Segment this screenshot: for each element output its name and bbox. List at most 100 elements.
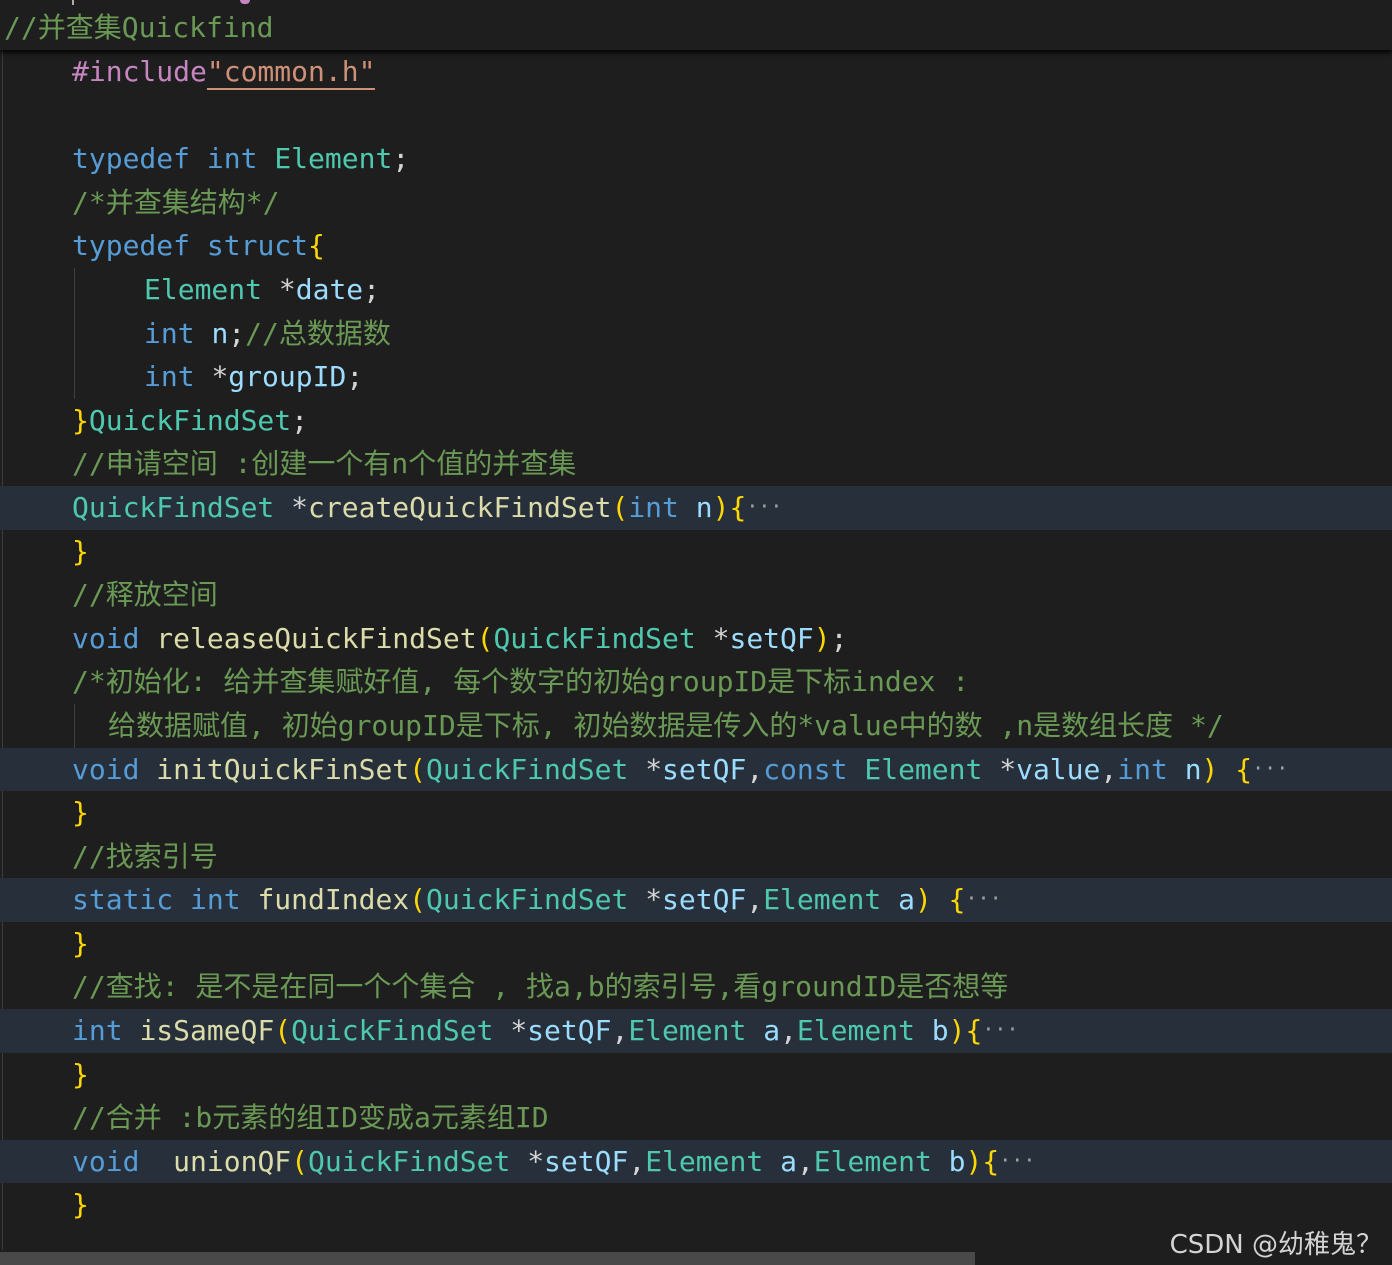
token-bracket: }: [72, 1057, 89, 1091]
token-variable: setQF: [662, 752, 747, 786]
token-punct: ,: [628, 1144, 646, 1178]
token-punct: ;: [392, 142, 410, 176]
token-punct: *: [211, 360, 229, 394]
token-variable: n: [695, 490, 713, 524]
token-bracket: {: [1235, 752, 1253, 786]
token-type: Element: [796, 1014, 915, 1048]
code-line-release[interactable]: void releaseQuickFindSet(QuickFindSet *s…: [0, 617, 1392, 661]
token-type: Element: [274, 142, 393, 176]
code-line-field-n[interactable]: int n;//总数据数: [0, 311, 1392, 356]
fold-ellipsis-icon[interactable]: ···: [999, 1148, 1035, 1172]
fold-ellipsis-icon[interactable]: ···: [746, 494, 782, 518]
token-function: isSameQF: [139, 1014, 275, 1048]
sticky-scroll-text: //并查集Quickfind: [4, 11, 274, 44]
token-bracket: {: [982, 1144, 1000, 1178]
token-keyword: int: [144, 316, 195, 350]
code-line-field-groupid[interactable]: int *groupID;: [0, 355, 1392, 399]
token-type: Element: [144, 272, 263, 306]
sticky-scroll-header[interactable]: //并查集Quickfind: [0, 0, 1392, 50]
token-bracket: ): [813, 621, 831, 655]
code-line-folded-init[interactable]: void initQuickFinSet(QuickFindSet *setQF…: [0, 747, 1392, 792]
token-comment: //合并 :b元素的组ID变成a元素组ID: [72, 1101, 549, 1135]
code-line-close[interactable]: }: [0, 922, 1392, 966]
token-type: QuickFindSet: [88, 403, 292, 437]
token-punct: *: [645, 752, 663, 786]
token-keyword: int: [628, 490, 679, 524]
token-keyword: void: [72, 752, 140, 786]
token-variable: a: [898, 883, 915, 917]
code-line-close[interactable]: }: [0, 791, 1392, 835]
token-punct: *: [645, 883, 663, 917]
code-line-comment[interactable]: //合并 :b元素的组ID变成a元素组ID: [0, 1096, 1392, 1140]
token-comment: //释放空间: [72, 578, 218, 612]
token-punct: *: [712, 621, 730, 655]
token-include-path[interactable]: "common.h": [206, 55, 376, 90]
code-line-comment[interactable]: //释放空间: [0, 573, 1392, 617]
token-keyword: void: [72, 621, 140, 655]
token-punct: *: [999, 752, 1017, 786]
token-variable: groupID: [228, 360, 347, 394]
indent-guide: [74, 267, 75, 312]
token-comment: /*初始化: 给并查集赋好值, 每个数字的初始groupID是下标index :: [72, 665, 970, 699]
token-bracket: {: [948, 883, 966, 917]
token-type: Element: [628, 1014, 747, 1048]
fold-ellipsis-icon[interactable]: ···: [966, 886, 1002, 910]
token-function: initQuickFinSet: [156, 752, 410, 786]
token-bracket: (: [291, 1144, 309, 1178]
token-type: Element: [645, 1144, 764, 1178]
code-line-field-date[interactable]: Element *date;: [0, 267, 1392, 312]
token-bracket: }: [72, 403, 89, 437]
token-bracket: {: [965, 1014, 983, 1048]
fold-ellipsis-icon[interactable]: ···: [1252, 756, 1288, 780]
token-bracket: (: [476, 621, 494, 655]
token-bracket: }: [72, 534, 89, 568]
code-editor[interactable]: #include"common.h" typedef int Element; …: [0, 50, 1392, 1227]
watermark: CSDN @幼稚鬼？: [1169, 1230, 1382, 1260]
token-bracket: ): [712, 490, 730, 524]
token-function: createQuickFindSet: [308, 490, 612, 524]
token-bracket: {: [729, 490, 747, 524]
code-line-struct-end[interactable]: }QuickFindSet;: [0, 399, 1392, 443]
code-line-close[interactable]: }: [0, 530, 1392, 574]
token-keyword: typedef: [72, 229, 191, 263]
token-bracket: {: [308, 229, 325, 263]
code-line-comment[interactable]: //查找: 是不是在同一个个集合 , 找a,b的索引号,看groundID是否想…: [0, 965, 1392, 1009]
code-line-typedef-element[interactable]: typedef int Element;: [0, 137, 1392, 181]
token-type: QuickFindSet: [291, 1014, 494, 1048]
code-line-comment[interactable]: //申请空间 :创建一个有n个值的并查集: [0, 442, 1392, 486]
horizontal-scrollbar[interactable]: [0, 1252, 975, 1265]
code-line-close[interactable]: }: [0, 1053, 1392, 1097]
token-keyword: int: [190, 883, 241, 917]
token-variable: date: [295, 272, 364, 306]
code-line-comment-continued[interactable]: 给数据赋值, 初始groupID是下标, 初始数据是传入的*value中的数 ,…: [0, 703, 1392, 748]
token-variable: a: [763, 1014, 781, 1048]
token-punct: ;: [346, 360, 364, 394]
token-punct: ;: [363, 272, 381, 306]
code-line-folded-union[interactable]: void unionQF(QuickFindSet *setQF,Element…: [0, 1139, 1392, 1184]
code-line-folded-issame[interactable]: int isSameQF(QuickFindSet *setQF,Element…: [0, 1009, 1392, 1053]
code-line-blank[interactable]: [0, 94, 1392, 138]
code-line-folded-fundindex[interactable]: static int fundIndex(QuickFindSet *setQF…: [0, 878, 1392, 922]
token-keyword: typedef: [72, 142, 191, 176]
token-type: Element: [864, 752, 983, 786]
token-variable: setQF: [544, 1144, 629, 1178]
code-line-comment[interactable]: //找索引号: [0, 835, 1392, 879]
fold-ellipsis-icon[interactable]: ···: [982, 1017, 1018, 1041]
token-variable: a: [780, 1144, 797, 1178]
code-line-include[interactable]: #include"common.h": [0, 50, 1392, 94]
token-bracket: ): [948, 1014, 966, 1048]
token-variable: n: [1184, 752, 1202, 786]
code-line-folded-create[interactable]: QuickFindSet *createQuickFindSet(int n){…: [0, 485, 1392, 530]
token-bracket: }: [72, 926, 89, 960]
code-line-close[interactable]: }: [0, 1183, 1392, 1227]
token-punct: *: [291, 490, 309, 524]
token-bracket: ): [965, 1144, 983, 1178]
code-line-comment[interactable]: /*初始化: 给并查集赋好值, 每个数字的初始groupID是下标index :: [0, 660, 1392, 704]
token-bracket: (: [274, 1014, 292, 1048]
token-type: QuickFindSet: [493, 621, 696, 655]
token-keyword: int: [72, 1014, 123, 1048]
code-line-comment[interactable]: /*并查集结构*/: [0, 181, 1392, 225]
code-line-typedef-struct[interactable]: typedef struct{: [0, 224, 1392, 268]
token-keyword: const: [763, 752, 848, 786]
token-bracket: }: [72, 1188, 89, 1222]
